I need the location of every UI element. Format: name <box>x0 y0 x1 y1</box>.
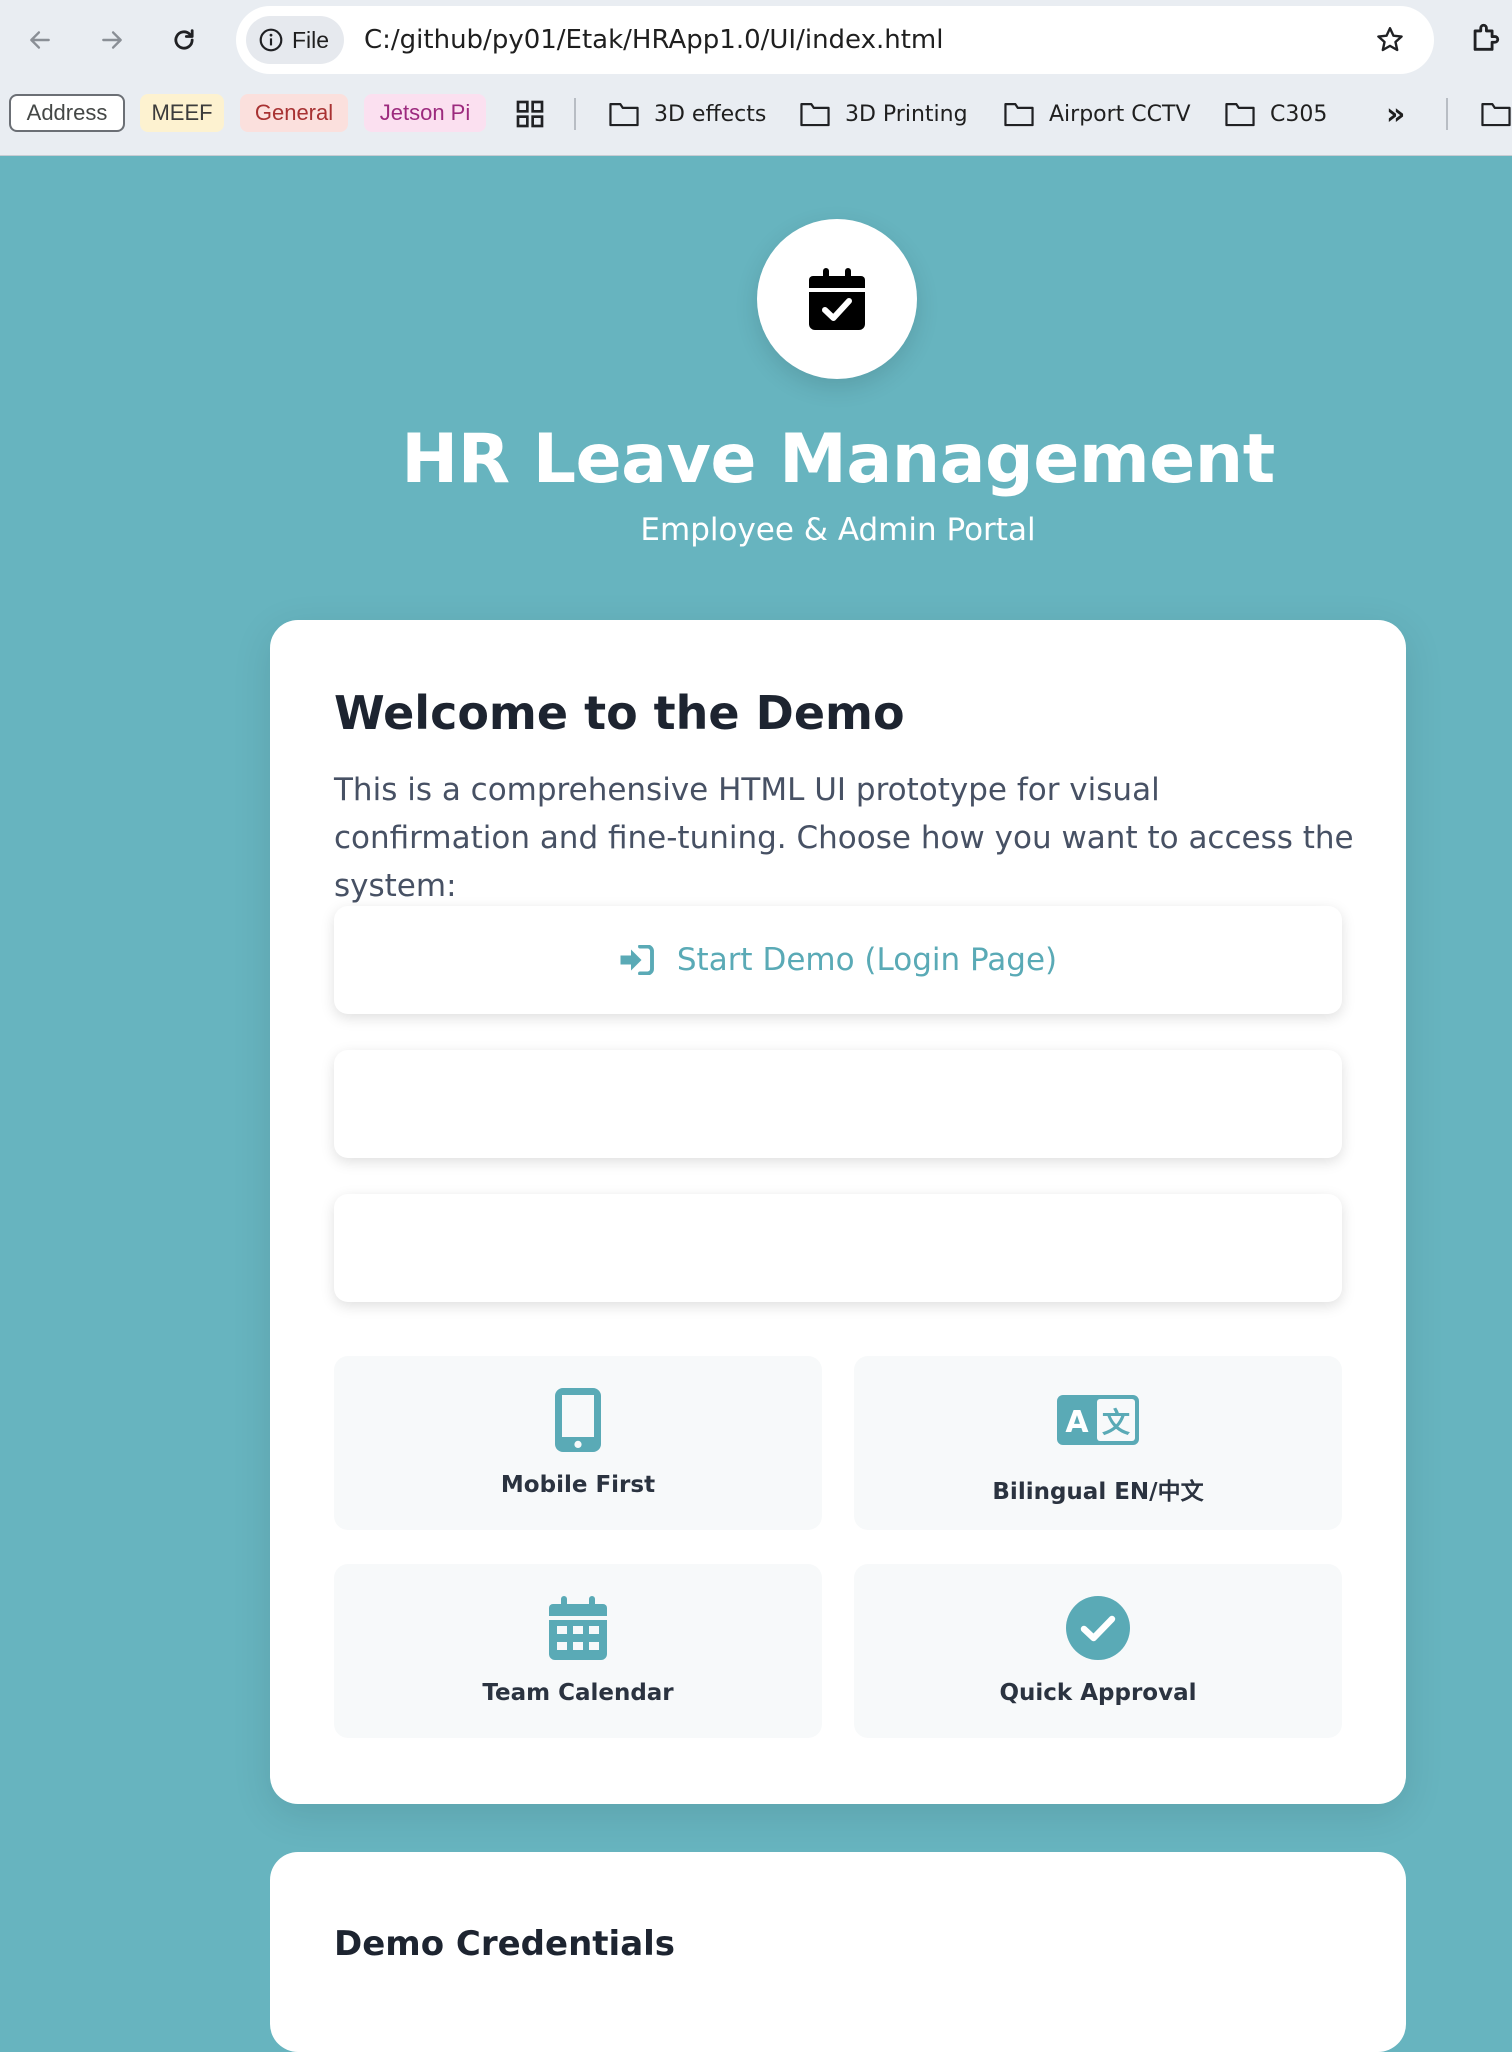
folder-icon <box>1481 103 1511 127</box>
bookmark-folder-label: 3D effects <box>654 101 767 127</box>
feature-quick-approval: Quick Approval <box>854 1564 1342 1738</box>
sign-in-icon <box>620 945 654 975</box>
language-icon: A 文 <box>854 1386 1342 1454</box>
apps-grid-icon <box>516 100 544 128</box>
hero-logo <box>757 219 917 379</box>
calendar-icon <box>334 1594 822 1662</box>
extensions-button[interactable] <box>1468 20 1502 61</box>
folder-icon <box>609 103 639 127</box>
start-demo-button[interactable]: Start Demo (Login Page) <box>334 906 1342 1014</box>
bookmark-folder-partial[interactable] <box>1480 98 1512 130</box>
feature-label: Bilingual EN/中文 <box>992 1479 1204 1505</box>
bookmark-chip-general[interactable]: General <box>240 94 348 132</box>
feature-mobile-first: Mobile First <box>334 1356 822 1530</box>
site-chip-label: File <box>292 26 330 53</box>
bookmark-star-button[interactable] <box>1374 24 1406 61</box>
credentials-card: Demo Credentials <box>270 1852 1406 2052</box>
page-subtitle: Employee & Admin Portal <box>640 512 1036 548</box>
feature-label: Quick Approval <box>999 1680 1197 1706</box>
bookmark-label: Jetson Pi <box>379 100 471 125</box>
puzzle-icon <box>1473 23 1500 51</box>
bookmarks-overflow-button[interactable]: » <box>1386 96 1406 132</box>
feature-label: Mobile First <box>500 1472 656 1498</box>
feature-team-calendar: Team Calendar <box>334 1564 822 1738</box>
arrow-right-icon <box>102 31 122 49</box>
credentials-title: Demo Credentials <box>334 1924 676 1964</box>
bookmark-folder-3d-effects[interactable]: 3D effects <box>608 98 766 130</box>
bookmark-folder-label: 3D Printing <box>845 101 968 127</box>
folder-icon <box>1004 103 1034 127</box>
bookmark-label: Address <box>26 100 108 125</box>
svg-text:A: A <box>1065 1405 1089 1440</box>
bookmarks-bar: Address MEEF General Jetson Pi 3D effect… <box>0 90 1512 136</box>
info-icon <box>259 28 283 52</box>
bookmark-folder-airport-cctv[interactable]: Airport CCTV <box>1003 98 1191 130</box>
bookmark-folder-label: C305 <box>1270 101 1328 127</box>
welcome-title: Welcome to the Demo <box>334 686 905 740</box>
action-button-empty[interactable] <box>334 1194 1342 1302</box>
folder-icon <box>800 103 830 127</box>
bookmark-folder-c305[interactable]: C305 <box>1224 98 1327 130</box>
action-button-empty[interactable] <box>334 1050 1342 1158</box>
start-demo-label: Start Demo (Login Page) <box>676 942 1058 978</box>
page-title: HR Leave Management <box>401 420 1275 499</box>
back-button[interactable] <box>16 16 64 64</box>
arrow-left-icon <box>30 31 50 49</box>
feature-bilingual: A 文 Bilingual EN/中文 <box>854 1356 1342 1530</box>
folder-icon <box>1225 103 1255 127</box>
bookmarks-separator <box>574 98 576 130</box>
bookmark-chip-meef[interactable]: MEEF <box>140 94 224 132</box>
welcome-card: Welcome to the Demo This is a comprehens… <box>270 620 1406 1804</box>
check-circle-icon <box>854 1594 1342 1662</box>
calendar-check-icon <box>809 268 865 330</box>
browser-chrome: File C:/github/py01/Etak/HRApp1.0/UI/ind… <box>0 0 1512 156</box>
bookmark-label: General <box>254 100 334 125</box>
mobile-icon <box>334 1386 822 1454</box>
bookmark-label: MEEF <box>151 100 213 125</box>
bookmark-folder-label: Airport CCTV <box>1049 101 1191 127</box>
bookmarks-separator <box>1446 98 1448 130</box>
apps-grid-button[interactable] <box>514 98 546 135</box>
welcome-description: This is a comprehensive HTML UI prototyp… <box>334 772 1354 904</box>
svg-text:文: 文 <box>1102 1406 1130 1439</box>
address-bar[interactable]: File C:/github/py01/Etak/HRApp1.0/UI/ind… <box>236 6 1434 74</box>
reload-icon <box>174 29 194 50</box>
bookmark-folder-3d-printing[interactable]: 3D Printing <box>799 98 968 130</box>
chevron-double-right-icon: » <box>1386 96 1406 132</box>
forward-button[interactable] <box>88 16 136 64</box>
bookmark-chip-jetson-pi[interactable]: Jetson Pi <box>364 94 486 132</box>
bookmark-chip-address[interactable]: Address <box>9 94 125 132</box>
site-info-chip[interactable]: File <box>246 16 344 64</box>
star-icon <box>1377 27 1403 52</box>
reload-button[interactable] <box>160 16 208 64</box>
url-text[interactable]: C:/github/py01/Etak/HRApp1.0/UI/index.ht… <box>364 25 943 55</box>
feature-label: Team Calendar <box>482 1680 674 1706</box>
